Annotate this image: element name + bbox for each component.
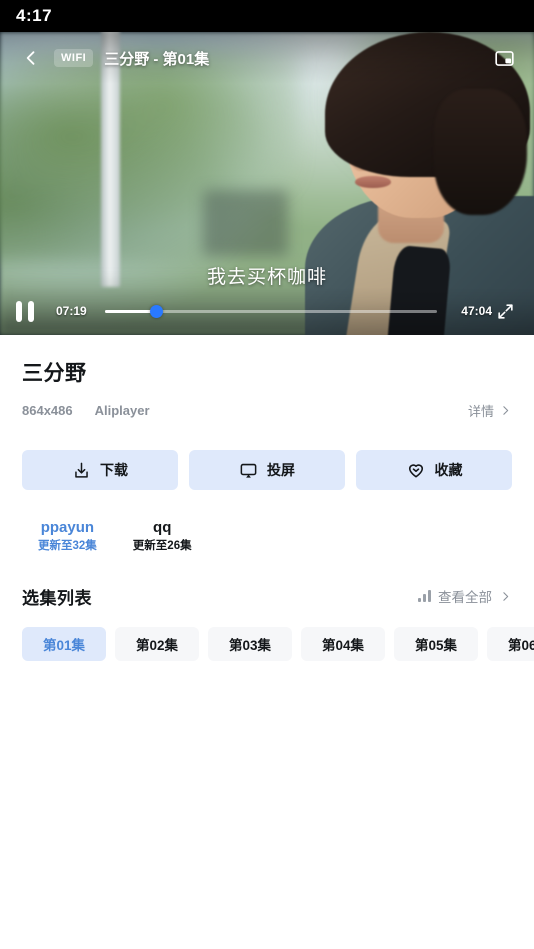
fullscreen-icon xyxy=(497,303,513,319)
chevron-right-icon xyxy=(503,406,509,415)
source-tab-name: ppayun xyxy=(40,519,95,536)
source-tab-name: qq xyxy=(153,519,172,536)
action-button-row: 下载 投屏 收藏 xyxy=(0,420,534,490)
progress-thumb[interactable] xyxy=(150,304,164,318)
episode-chip[interactable]: 第04集 xyxy=(301,626,385,661)
source-tab-qq[interactable]: qq 更新至26集 xyxy=(125,518,200,556)
episode-chip[interactable]: 第03集 xyxy=(208,626,292,661)
status-bar: 4:17 xyxy=(0,0,534,32)
chevron-left-icon xyxy=(26,51,35,65)
download-icon xyxy=(75,462,88,478)
favorite-button-label: 收藏 xyxy=(434,462,463,478)
heart-icon xyxy=(408,464,423,478)
episodes-header: 选集列表 查看全部 xyxy=(0,556,534,609)
chevron-right-icon xyxy=(503,591,509,601)
player-control-bar: 07:19 47:04 xyxy=(0,287,534,335)
progress-bar[interactable] xyxy=(104,304,438,318)
episodes-heading: 选集列表 xyxy=(22,588,92,608)
episode-chip[interactable]: 第06集 xyxy=(487,626,534,661)
back-button[interactable] xyxy=(14,41,48,75)
app-screen: 4:17 我去买杯咖啡 WIFI 三分野 - 第01集 07:19 47:04 … xyxy=(0,0,534,949)
video-subtitle: 我去买杯咖啡 xyxy=(206,267,327,288)
page-title: 三分野 xyxy=(22,362,87,385)
current-time: 07:19 xyxy=(56,304,87,318)
source-tab-status: 更新至32集 xyxy=(38,540,97,553)
picture-in-picture-icon xyxy=(494,50,514,66)
player-name-label: Aliplayer xyxy=(94,403,150,418)
source-tab-status: 更新至26集 xyxy=(132,540,192,553)
status-bar-clock: 4:17 xyxy=(16,6,53,25)
detail-link[interactable]: 详情 xyxy=(468,401,512,420)
download-button[interactable]: 下载 xyxy=(22,450,178,490)
episode-chip[interactable]: 第05集 xyxy=(394,626,478,661)
episode-list[interactable]: 第01集 第02集 第03集 第04集 第05集 第06集 xyxy=(0,609,534,661)
source-tab-row: ppayun 更新至32集 qq 更新至26集 xyxy=(0,490,534,556)
source-tab-ppayun[interactable]: ppayun 更新至32集 xyxy=(30,518,105,556)
meta-row: 864x486 Aliplayer 详情 xyxy=(22,401,512,420)
view-all-label: 查看全部 xyxy=(438,590,492,605)
player-title: 三分野 - 第01集 xyxy=(104,50,210,68)
download-button-label: 下载 xyxy=(100,462,128,478)
detail-link-label: 详情 xyxy=(467,404,494,419)
picture-in-picture-button[interactable] xyxy=(488,42,520,74)
pause-button[interactable] xyxy=(16,299,42,323)
progress-filled xyxy=(104,309,157,313)
fullscreen-button[interactable] xyxy=(492,298,518,324)
view-all-link[interactable]: 查看全部 xyxy=(418,586,512,606)
episode-chip[interactable]: 第02集 xyxy=(115,626,199,661)
cast-button[interactable]: 投屏 xyxy=(189,450,345,490)
player-top-bar: WIFI 三分野 - 第01集 xyxy=(0,32,534,84)
cast-button-label: 投屏 xyxy=(267,462,295,478)
network-badge: WIFI xyxy=(54,49,94,67)
resolution-label: 864x486 xyxy=(22,403,73,418)
total-time: 47:04 xyxy=(461,304,492,318)
info-section: 三分野 864x486 Aliplayer 详情 xyxy=(0,335,534,420)
bar-chart-icon xyxy=(418,590,431,602)
favorite-button[interactable]: 收藏 xyxy=(356,450,512,490)
cast-icon xyxy=(240,463,257,478)
episode-chip[interactable]: 第01集 xyxy=(22,626,106,661)
video-player[interactable]: 我去买杯咖啡 WIFI 三分野 - 第01集 07:19 47:04 xyxy=(0,32,534,335)
